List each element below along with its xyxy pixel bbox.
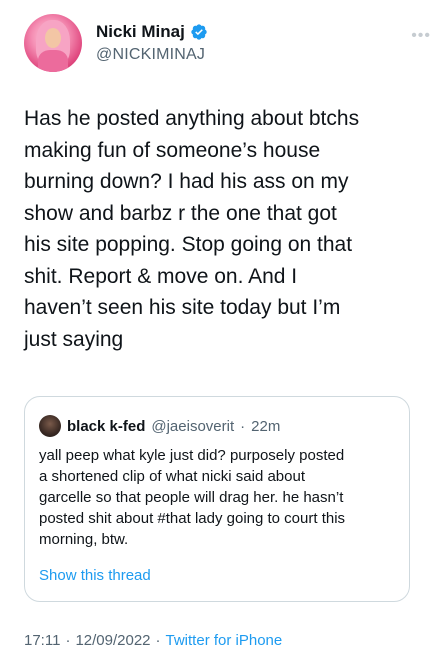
tweet-card: Nicki Minaj @NICKIMINAJ ••• Has he poste… bbox=[0, 0, 445, 660]
tweet-source-link[interactable]: Twitter for iPhone bbox=[166, 632, 283, 649]
author-handle[interactable]: @NICKIMINAJ bbox=[96, 46, 205, 64]
author-avatar[interactable] bbox=[24, 14, 82, 72]
quoted-tweet-text: yall peep what kyle just did? purposely … bbox=[39, 447, 346, 548]
show-thread-link[interactable]: Show this thread bbox=[39, 567, 151, 584]
tweet-time[interactable]: 17:11 bbox=[24, 632, 60, 649]
quoted-author-name: black k-fed bbox=[67, 417, 146, 435]
author-name-row: Nicki Minaj bbox=[96, 22, 208, 42]
quoted-timestamp: 22m bbox=[251, 417, 281, 435]
footer-separator: · bbox=[155, 632, 161, 649]
author-display-name[interactable]: Nicki Minaj bbox=[96, 22, 185, 42]
avatar-body bbox=[38, 50, 68, 72]
quoted-tweet[interactable]: black k-fed @jaeisoverit · 22m yall peep… bbox=[24, 396, 410, 602]
tweet-text: Has he posted anything about btchs makin… bbox=[24, 107, 360, 351]
tweet-date[interactable]: 12/09/2022 bbox=[75, 632, 150, 649]
verified-badge-icon bbox=[190, 23, 208, 41]
quoted-tweet-header: black k-fed @jaeisoverit · 22m bbox=[39, 415, 280, 437]
tweet-footer: 17:11 · 12/09/2022 · Twitter for iPhone bbox=[24, 632, 282, 649]
footer-separator: · bbox=[65, 632, 71, 649]
quoted-author-handle: @jaeisoverit bbox=[151, 417, 235, 435]
more-dots-icon[interactable]: ••• bbox=[411, 28, 431, 44]
quoted-separator: · bbox=[240, 417, 246, 435]
quoted-author-avatar bbox=[39, 415, 61, 437]
avatar-face bbox=[45, 28, 61, 48]
